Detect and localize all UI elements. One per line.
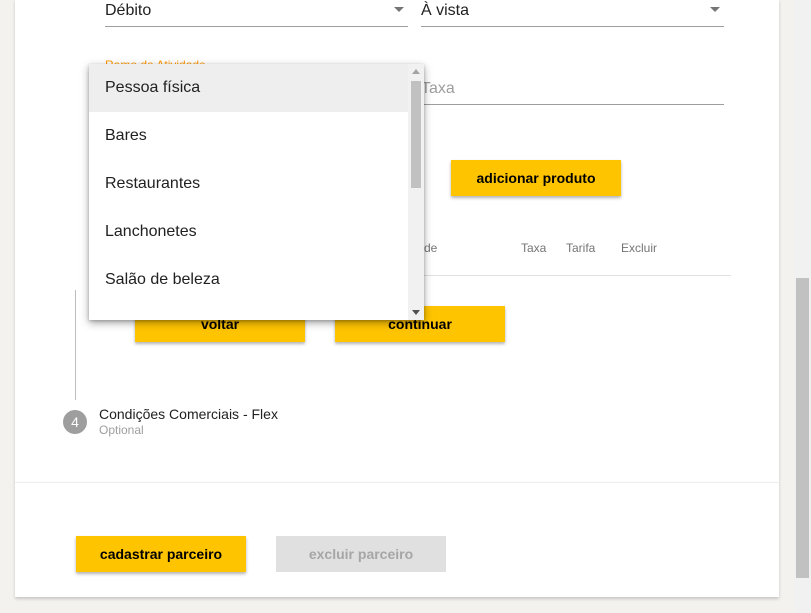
- payment-type-select[interactable]: Débito: [105, 0, 408, 27]
- page-scroll-thumb[interactable]: [796, 278, 809, 578]
- column-header-fee: Tarifa: [566, 241, 596, 255]
- register-partner-button[interactable]: cadastrar parceiro: [76, 536, 246, 572]
- scroll-down-arrow-icon[interactable]: [412, 310, 420, 315]
- page-scrollbar[interactable]: [794, 0, 811, 613]
- payment-term-value: À vista: [421, 2, 470, 19]
- stepper-connector: [75, 290, 76, 400]
- delete-partner-button: excluir parceiro: [276, 536, 446, 572]
- scroll-up-arrow-icon[interactable]: [412, 69, 420, 74]
- dropdown-option[interactable]: Restaurantes: [89, 160, 408, 208]
- step-4-optional: Optional: [99, 423, 144, 437]
- step-4-circle[interactable]: 4: [63, 410, 87, 434]
- rate-input[interactable]: Taxa: [421, 78, 724, 105]
- column-header-delete: Excluir: [621, 241, 658, 255]
- step-4-title[interactable]: Condições Comerciais - Flex: [99, 406, 278, 422]
- payment-term-select[interactable]: À vista: [421, 0, 724, 27]
- column-header-quantity: de: [424, 241, 438, 255]
- payment-type-value: Débito: [105, 2, 152, 19]
- table-divider: [415, 275, 731, 276]
- dropdown-option[interactable]: Salão de beleza: [89, 256, 408, 304]
- add-product-button[interactable]: adicionar produto: [451, 160, 621, 196]
- activity-dropdown-menu[interactable]: Pessoa física Bares Restaurantes Lanchon…: [89, 64, 424, 320]
- chevron-down-icon: [394, 7, 404, 12]
- chevron-down-icon: [710, 7, 720, 12]
- dropdown-option[interactable]: Pessoa física: [89, 64, 408, 112]
- dropdown-option[interactable]: Bares: [89, 112, 408, 160]
- rate-placeholder: Taxa: [421, 80, 455, 97]
- dropdown-scroll-thumb[interactable]: [411, 81, 421, 188]
- dropdown-option[interactable]: Lanchonetes: [89, 208, 408, 256]
- column-header-rate: Taxa: [521, 241, 547, 255]
- dropdown-scrollbar[interactable]: [408, 64, 424, 320]
